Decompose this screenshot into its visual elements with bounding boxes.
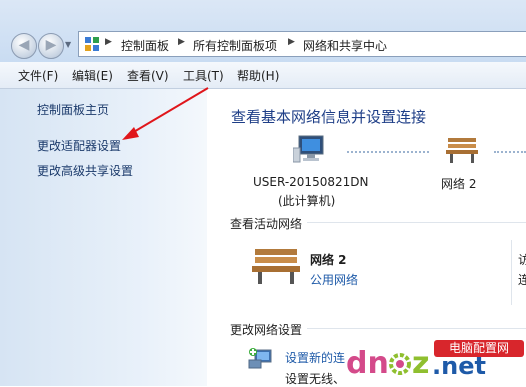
- menu-bar: 文件(F) 编辑(E) 查看(V) 工具(T) 帮助(H): [0, 62, 526, 89]
- divider: [307, 328, 526, 329]
- computer-name: USER-20150821DN: [253, 175, 369, 189]
- connection-line: [494, 151, 526, 153]
- breadcrumb-separator-icon[interactable]: ▶: [288, 37, 295, 47]
- menu-file[interactable]: 文件(F): [18, 67, 58, 84]
- change-adapter-settings-link[interactable]: 更改适配器设置: [37, 137, 121, 154]
- watermark-text-z: z: [412, 346, 430, 381]
- back-button[interactable]: ◀: [11, 33, 37, 59]
- watermark-gear-icon: [389, 353, 411, 375]
- breadcrumb-separator-icon[interactable]: ▶: [105, 37, 112, 47]
- watermark-text-dn: dn: [346, 346, 389, 381]
- active-network-name: 网络 2: [310, 253, 347, 267]
- page-title: 查看基本网络信息并设置连接: [231, 108, 427, 126]
- address-bar: ◀ ▶ ▼ ▶ 控制面板 ▶ 所有控制面板项 ▶ 网络和共享中心: [0, 0, 526, 62]
- computer-icon: [293, 135, 324, 163]
- divider: [511, 240, 512, 305]
- breadcrumb-network-center[interactable]: 网络和共享中心: [303, 37, 387, 54]
- control-panel-home-link[interactable]: 控制面板主页: [37, 101, 109, 118]
- change-advanced-sharing-link[interactable]: 更改高级共享设置: [37, 162, 133, 179]
- menu-edit[interactable]: 编辑(E): [72, 67, 113, 84]
- change-settings-header: 更改网络设置: [230, 323, 303, 337]
- menu-tools[interactable]: 工具(T): [183, 67, 224, 84]
- task-pane: 控制面板主页 更改适配器设置 更改高级共享设置: [0, 89, 207, 386]
- computer-subtitle: (此计算机): [278, 194, 336, 208]
- control-panel-icon: [85, 37, 99, 51]
- divider: [307, 222, 526, 223]
- active-network-bench-icon: [252, 249, 300, 284]
- back-arrow-icon: ◀: [18, 37, 30, 53]
- menu-help[interactable]: 帮助(H): [237, 67, 279, 84]
- site-watermark: dn z .net 电脑配置网: [330, 340, 526, 386]
- breadcrumb-separator-icon[interactable]: ▶: [178, 37, 185, 47]
- setup-connection-icon: [248, 348, 272, 369]
- forward-button[interactable]: ▶: [38, 33, 64, 59]
- breadcrumb-all-items[interactable]: 所有控制面板项: [193, 37, 277, 54]
- watermark-badge: 电脑配置网: [434, 340, 524, 357]
- network-map-name[interactable]: 网络 2: [441, 175, 476, 192]
- path-box[interactable]: ▶ 控制面板 ▶ 所有控制面板项 ▶ 网络和共享中心: [78, 31, 526, 57]
- recent-pages-dropdown-icon[interactable]: ▼: [65, 40, 71, 49]
- breadcrumb-control-panel[interactable]: 控制面板: [121, 37, 169, 54]
- network-bench-icon: [446, 138, 478, 163]
- access-type-label: 访: [518, 253, 526, 267]
- network-type-link[interactable]: 公用网络: [310, 271, 358, 288]
- forward-arrow-icon: ▶: [45, 37, 57, 53]
- menu-view[interactable]: 查看(V): [127, 67, 169, 84]
- active-networks-header: 查看活动网络: [230, 217, 303, 231]
- connections-label: 连: [518, 273, 526, 287]
- connection-line: [347, 151, 429, 153]
